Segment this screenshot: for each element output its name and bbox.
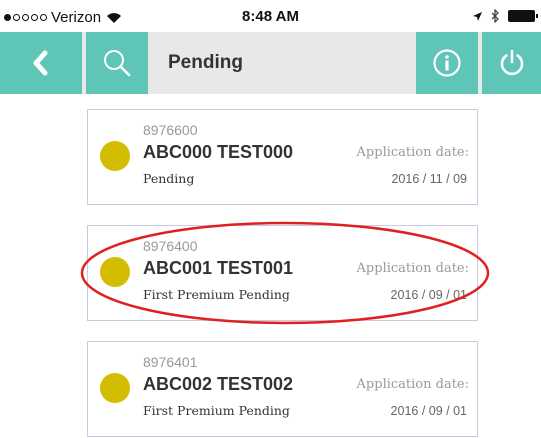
application-date: 2016 / 09 / 01	[390, 404, 467, 418]
power-icon	[500, 49, 523, 76]
info-button[interactable]	[416, 32, 478, 94]
application-number: 8976401	[143, 354, 198, 370]
applicant-name: ABC000 TEST000	[143, 142, 294, 162]
info-icon	[433, 49, 461, 77]
applicant-name: ABC002 TEST002	[143, 374, 294, 394]
battery-icon	[508, 10, 538, 22]
search-button[interactable]	[86, 32, 148, 94]
application-date: 2016 / 09 / 01	[390, 288, 467, 302]
application-number: 8976600	[143, 122, 198, 138]
page-title: Pending	[168, 52, 243, 73]
bluetooth-icon	[491, 9, 499, 23]
application-card[interactable]: 8976600 ABC000 TEST000 Pending Applicati…	[87, 109, 478, 205]
application-card[interactable]: 8976400 ABC001 TEST001 First Premium Pen…	[87, 225, 478, 321]
back-button[interactable]	[0, 32, 82, 94]
back-icon	[33, 50, 48, 76]
logout-button[interactable]	[482, 32, 541, 94]
nav-header: Pending	[0, 32, 541, 94]
status-bar: Verizon 8:48 AM	[0, 0, 541, 32]
status-time: 8:48 AM	[242, 8, 299, 25]
applicant-name: ABC001 TEST001	[143, 258, 294, 278]
search-icon	[104, 50, 131, 77]
status-indicator-dot	[100, 257, 130, 287]
application-date: 2016 / 11 / 09	[391, 172, 467, 186]
application-date-label: Application date:	[356, 377, 469, 392]
status-indicator-dot	[100, 141, 130, 171]
application-date-label: Application date:	[356, 261, 469, 276]
status-indicator-dot	[100, 373, 130, 403]
application-status: Pending	[143, 171, 195, 186]
application-status: First Premium Pending	[143, 403, 290, 418]
application-list[interactable]: 8976600 ABC000 TEST000 Pending Applicati…	[0, 94, 541, 438]
application-number: 8976400	[143, 238, 198, 254]
status-right-icons	[472, 9, 538, 23]
application-date-label: Application date:	[356, 145, 469, 160]
location-arrow-icon	[473, 11, 482, 21]
application-card[interactable]: 8976401 ABC002 TEST002 First Premium Pen…	[87, 341, 478, 437]
application-status: First Premium Pending	[143, 287, 290, 302]
